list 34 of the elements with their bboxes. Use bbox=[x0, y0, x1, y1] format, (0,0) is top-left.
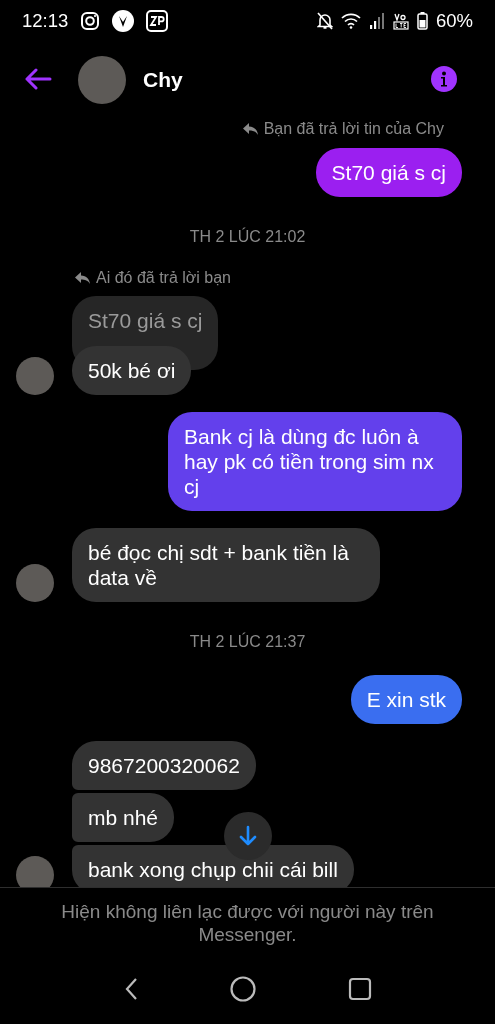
received-message[interactable]: bank xong chụp chii cái bill bbox=[72, 845, 354, 887]
battery-icon bbox=[416, 12, 428, 30]
info-button[interactable] bbox=[431, 65, 457, 95]
volte-icon bbox=[392, 12, 409, 30]
reply-arrow-icon bbox=[74, 271, 91, 285]
reply-note-text: Ai đó đã trả lời bạn bbox=[96, 269, 231, 287]
home-button[interactable] bbox=[229, 976, 256, 1005]
battery-percentage: 60% bbox=[435, 10, 473, 32]
scroll-down-button[interactable] bbox=[224, 812, 272, 860]
sender-avatar[interactable] bbox=[16, 564, 54, 602]
camera-app-icon bbox=[80, 11, 101, 31]
reply-arrow-icon bbox=[241, 122, 259, 136]
received-message[interactable]: mb nhé bbox=[72, 793, 175, 842]
signal-icon bbox=[368, 13, 385, 29]
contact-avatar[interactable] bbox=[78, 56, 126, 104]
timestamp: TH 2 LÚC 21:37 bbox=[188, 633, 307, 651]
clock-time: 12:13 bbox=[22, 10, 69, 32]
sent-message[interactable]: Bank cj là dùng đc luôn à hay pk có tiền trong sim nx cj bbox=[168, 412, 462, 511]
timestamp: TH 2 LÚC 21:02 bbox=[188, 228, 307, 246]
contact-name[interactable]: Chy bbox=[143, 68, 183, 92]
sent-message[interactable]: St70 giá s cj bbox=[315, 148, 462, 197]
arrow-down-icon bbox=[239, 825, 257, 847]
muted-bell-icon bbox=[316, 12, 333, 30]
reply-note-text: Bạn đã trả lời tin của Chy bbox=[263, 120, 444, 138]
wifi-icon bbox=[340, 13, 361, 29]
unavailable-notice: Hiện không liên lạc được với người này trên Messenger. bbox=[60, 900, 435, 946]
sender-avatar[interactable] bbox=[16, 357, 54, 395]
received-message[interactable]: 50k bé ơi bbox=[72, 346, 192, 395]
received-message[interactable]: 9867200320062 bbox=[72, 741, 256, 790]
sent-message[interactable]: E xin stk bbox=[350, 675, 462, 724]
sender-avatar[interactable] bbox=[16, 856, 54, 887]
app-notification-icon bbox=[112, 10, 135, 32]
wallet-app-icon bbox=[146, 10, 169, 32]
received-message[interactable]: bé đọc chị sdt + bank tiền là data về bbox=[72, 528, 380, 602]
